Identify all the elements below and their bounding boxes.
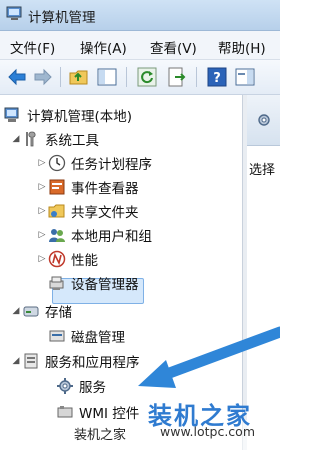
shared-folder-icon xyxy=(48,204,65,218)
watermark-url: www.lotpc.com xyxy=(160,424,255,439)
select-item-prompt: 选择 xyxy=(249,163,276,178)
menu-action[interactable]: 操作(A) xyxy=(80,37,127,57)
tree-item-label: 存储 xyxy=(45,305,72,321)
services-gear-icon xyxy=(258,114,270,126)
tree-item-system-tools[interactable]: ◢ 系统工具 xyxy=(10,128,99,150)
tree-item-computer-management[interactable]: 计算机管理(本地) xyxy=(4,104,132,126)
collapsed-arrow-icon[interactable]: ▷ xyxy=(36,230,48,240)
menu-bar: 文件(F) 操作(A) 查看(V) 帮助(H) xyxy=(0,31,280,60)
window-title: 计算机管理 xyxy=(28,10,96,26)
tree-item-label: 设备管理器 xyxy=(71,277,139,293)
tree-item-shared-folders[interactable]: ▷ 共享文件夹 xyxy=(36,200,139,222)
expanded-arrow-icon[interactable]: ◢ xyxy=(10,134,22,144)
tree-item-label: 服务 xyxy=(79,380,106,396)
forward-arrow-icon[interactable] xyxy=(32,66,54,88)
pointer-arrow-icon xyxy=(138,326,280,388)
expanded-arrow-icon[interactable]: ◢ xyxy=(10,356,22,366)
storage-icon xyxy=(23,306,39,317)
tree-item-label: 共享文件夹 xyxy=(71,205,139,221)
export-icon[interactable] xyxy=(166,66,188,88)
menu-file[interactable]: 文件(F) xyxy=(10,37,55,57)
tree-item-label: 本地用户和组 xyxy=(71,229,152,245)
expanded-arrow-icon[interactable]: ◢ xyxy=(10,306,22,316)
tree-item-label: 事件查看器 xyxy=(71,181,139,197)
computer-management-icon xyxy=(4,107,19,122)
up-folder-icon[interactable] xyxy=(68,66,90,88)
clock-icon xyxy=(48,154,66,172)
properties-icon[interactable] xyxy=(234,66,256,88)
menu-view[interactable]: 查看(V) xyxy=(150,37,197,57)
tree-item-event-viewer[interactable]: ▷ 事件查看器 xyxy=(36,176,139,198)
computer-management-icon xyxy=(6,6,22,20)
wmi-control-icon xyxy=(57,406,73,418)
tree-item-performance[interactable]: ▷ 性能 xyxy=(36,248,98,270)
event-viewer-icon xyxy=(49,179,65,195)
tree-item-label: 任务计划程序 xyxy=(71,157,152,173)
tree-item-label: WMI 控件 xyxy=(79,406,140,422)
refresh-icon[interactable] xyxy=(136,66,158,88)
svg-text:?: ? xyxy=(213,71,221,86)
services-gear-icon xyxy=(57,378,73,394)
tree-item-label: 性能 xyxy=(71,253,98,269)
title-bar: 计算机管理 xyxy=(0,0,280,31)
collapsed-arrow-icon[interactable]: ▷ xyxy=(36,182,48,192)
toolbar-separator xyxy=(196,67,197,87)
users-icon xyxy=(49,229,65,242)
tree-item-local-users[interactable]: ▷ 本地用户和组 xyxy=(36,224,152,246)
device-manager-icon xyxy=(49,276,64,290)
toolbar-separator xyxy=(60,67,61,87)
content-header xyxy=(247,95,280,146)
help-icon[interactable]: ? xyxy=(206,66,228,88)
toolbar: ? xyxy=(0,60,280,95)
tree-item-storage[interactable]: ◢ 存储 xyxy=(10,300,72,322)
collapsed-arrow-icon[interactable]: ▷ xyxy=(36,206,48,216)
services-apps-icon xyxy=(24,353,38,369)
tree-item-device-manager[interactable]: 设备管理器 xyxy=(48,272,139,294)
back-arrow-icon[interactable] xyxy=(6,66,28,88)
performance-icon xyxy=(48,250,66,268)
disk-management-icon xyxy=(49,330,65,342)
watermark-text: 装机之家 xyxy=(74,428,127,443)
tree-item-task-scheduler[interactable]: ▷ 任务计划程序 xyxy=(36,152,152,174)
toolbar-separator xyxy=(126,67,127,87)
collapsed-arrow-icon[interactable]: ▷ xyxy=(36,254,48,264)
tree-item-label: 计算机管理(本地) xyxy=(27,109,133,125)
show-hide-tree-icon[interactable] xyxy=(96,66,118,88)
tree-item-services[interactable]: 服务 xyxy=(56,375,106,397)
menu-help[interactable]: 帮助(H) xyxy=(218,37,266,57)
tools-icon xyxy=(26,131,36,147)
tree-item-label: 系统工具 xyxy=(45,133,99,149)
collapsed-arrow-icon[interactable]: ▷ xyxy=(36,158,48,168)
